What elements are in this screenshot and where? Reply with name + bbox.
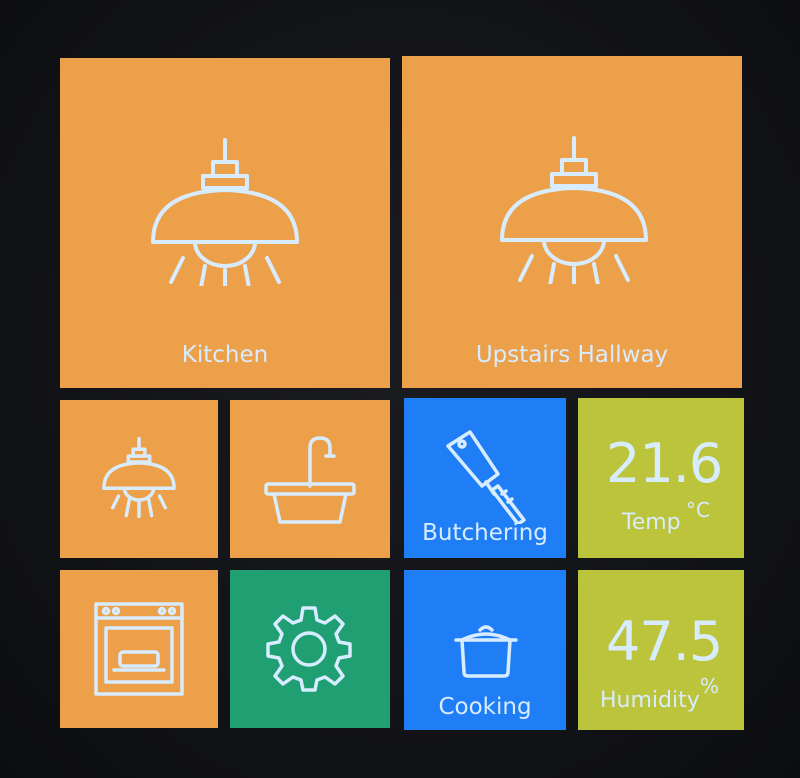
butchering-label: Butchering — [422, 520, 548, 546]
cooking-pot-icon — [454, 622, 518, 680]
dashboard-screen: Kitchen Upstairs Hallway Butchering 21.6… — [0, 0, 800, 778]
small-lamp-tile[interactable] — [60, 400, 218, 558]
humidity-tile[interactable]: 47.5 Humidity % — [578, 570, 744, 730]
sink-faucet-icon — [262, 434, 358, 526]
gear-icon — [264, 604, 354, 694]
pendant-lamp-icon — [100, 434, 178, 522]
kitchen-label: Kitchen — [181, 342, 269, 368]
butchering-tile[interactable]: Butchering — [404, 398, 566, 558]
kitchen-light-tile[interactable]: Kitchen — [60, 58, 390, 388]
temperature-unit: °C — [686, 498, 710, 522]
upstairs-hallway-light-tile[interactable]: Upstairs Hallway — [402, 56, 742, 388]
humidity-label: Humidity — [600, 688, 700, 713]
cooking-tile[interactable]: Cooking — [404, 570, 566, 730]
sink-tile[interactable] — [230, 400, 390, 558]
settings-tile[interactable] — [230, 570, 390, 728]
oven-icon — [92, 600, 186, 698]
temperature-value: 21.6 — [606, 432, 723, 495]
cleaver-icon — [442, 428, 528, 524]
upstairs-hallway-label: Upstairs Hallway — [475, 342, 669, 368]
humidity-unit: % — [700, 674, 720, 698]
pendant-lamp-icon — [145, 136, 305, 286]
cooking-label: Cooking — [438, 694, 532, 720]
oven-tile[interactable] — [60, 570, 218, 728]
temperature-tile[interactable]: 21.6 Temp °C — [578, 398, 744, 558]
temperature-label: Temp — [622, 510, 681, 535]
humidity-value: 47.5 — [606, 610, 723, 673]
pendant-lamp-icon — [494, 134, 654, 284]
